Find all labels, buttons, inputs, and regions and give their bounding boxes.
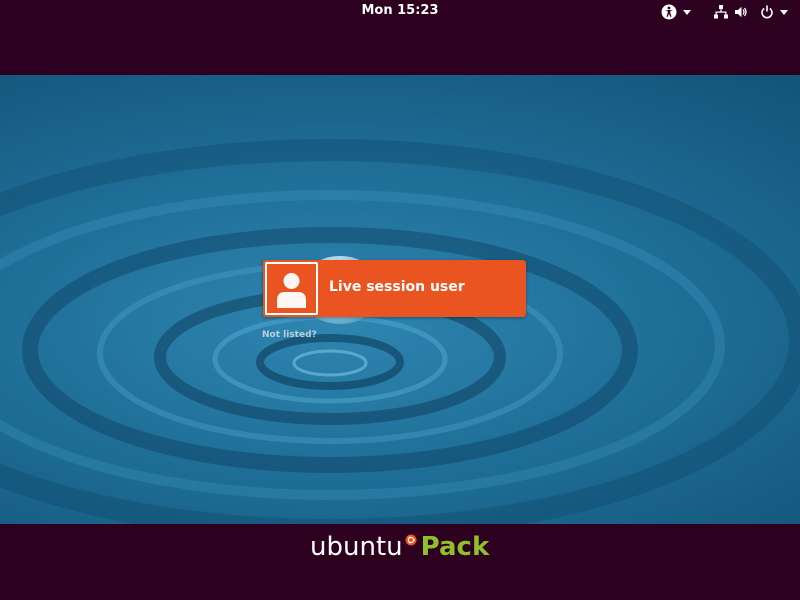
accessibility-menu-button[interactable] [661, 0, 691, 24]
ubuntu-circle-icon [405, 531, 417, 550]
user-avatar-icon [265, 262, 318, 315]
login-screen: Mon 15:23 Live session user Not listed? … [0, 0, 800, 600]
top-bar: Mon 15:23 [0, 0, 800, 24]
network-icon [714, 5, 728, 19]
user-name-label: Live session user [329, 279, 465, 295]
power-icon [760, 5, 774, 19]
bottom-panel: ubuntu Pack [0, 524, 800, 600]
not-listed-link[interactable]: Not listed? [262, 330, 317, 340]
accessibility-icon [661, 4, 677, 20]
chevron-down-icon [683, 9, 691, 15]
logo-suffix: Pack [420, 532, 490, 562]
volume-icon [734, 5, 748, 19]
chevron-down-icon [780, 9, 788, 15]
ubuntu-pack-logo: ubuntu Pack [310, 529, 489, 565]
logo-word: ubuntu [310, 532, 403, 562]
user-list-item[interactable]: Live session user [263, 260, 526, 317]
system-menu-button[interactable] [714, 0, 788, 24]
clock[interactable]: Mon 15:23 [350, 0, 450, 24]
